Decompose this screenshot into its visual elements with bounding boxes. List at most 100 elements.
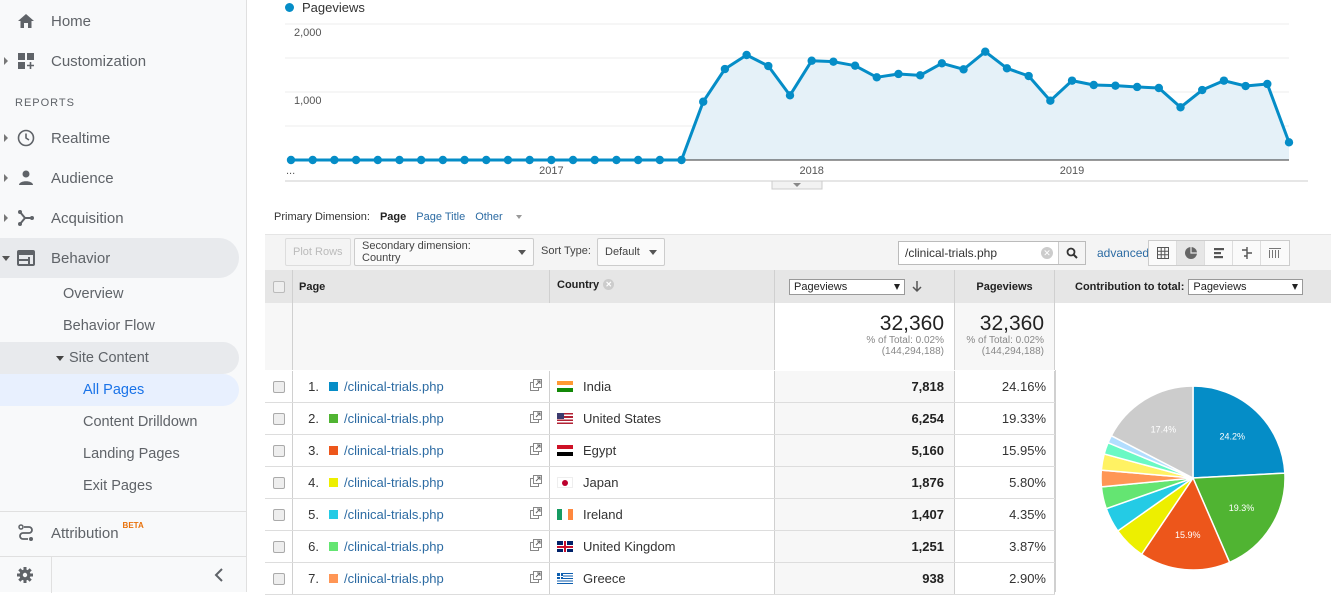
row-checkbox[interactable]: [272, 476, 285, 489]
sort-descending-arrow-icon[interactable]: [912, 280, 922, 293]
country-name: United Kingdom: [583, 539, 676, 554]
total-value: 32,360: [879, 312, 944, 335]
row-checkbox[interactable]: [272, 380, 285, 393]
row-page-cell: 7. /clinical-trials.php: [293, 563, 550, 594]
open-external-icon[interactable]: [530, 443, 542, 458]
open-external-icon[interactable]: [530, 475, 542, 490]
sort-type-dropdown[interactable]: Default: [597, 238, 665, 266]
nav-behavior-flow[interactable]: Behavior Flow: [0, 310, 239, 342]
remove-dimension-icon[interactable]: ✕: [603, 279, 615, 290]
data-point: [1219, 76, 1229, 85]
data-point: [503, 155, 513, 165]
view-pivot-button[interactable]: [1261, 241, 1289, 265]
nav-site-content[interactable]: Site Content: [0, 342, 239, 374]
data-point: [699, 97, 708, 106]
pivot-icon: [1269, 248, 1281, 258]
grid-icon: [1156, 247, 1169, 259]
data-point: [981, 47, 990, 56]
nav-attribution[interactable]: Attribution BETA: [0, 513, 239, 553]
primary-dimension-page[interactable]: Page: [380, 211, 406, 223]
expand-caret-icon: [4, 57, 8, 65]
nav-audience[interactable]: Audience: [0, 158, 239, 198]
nav-realtime[interactable]: Realtime: [0, 118, 239, 158]
nav-exit-pages[interactable]: Exit Pages: [0, 470, 239, 502]
data-point: [1263, 79, 1272, 89]
gear-icon[interactable]: [16, 566, 34, 589]
nav-acquisition[interactable]: Acquisition: [0, 198, 239, 238]
data-point: [742, 50, 751, 60]
primary-dimension-page-title[interactable]: Page Title: [416, 211, 465, 223]
row-checkbox-cell: [265, 371, 293, 402]
page-link[interactable]: /clinical-trials.php: [344, 539, 444, 554]
select-all-checkbox[interactable]: [272, 280, 285, 293]
row-percent: 5.80%: [955, 467, 1055, 498]
view-table-button[interactable]: [1149, 241, 1177, 265]
nav-overview[interactable]: Overview: [0, 278, 239, 310]
nav-landing-pages[interactable]: Landing Pages: [0, 438, 239, 470]
row-checkbox-cell: [265, 403, 293, 434]
data-point: [720, 64, 730, 74]
nav-home[interactable]: Home: [0, 1, 239, 41]
page-link[interactable]: /clinical-trials.php: [344, 571, 444, 586]
row-checkbox-cell: [265, 563, 293, 594]
data-point: [1067, 76, 1077, 85]
column-header-country[interactable]: Country ✕: [550, 270, 775, 303]
row-percent: 24.16%: [955, 371, 1055, 402]
collapse-sidebar-chevron-icon[interactable]: [213, 567, 225, 588]
page-link[interactable]: /clinical-trials.php: [344, 411, 444, 426]
advanced-filter-link[interactable]: advanced: [1097, 246, 1149, 260]
data-point: [894, 69, 903, 79]
row-pageviews: 6,254: [775, 403, 955, 434]
data-point: [1089, 80, 1098, 90]
row-pageviews: 938: [775, 563, 955, 594]
view-performance-button[interactable]: [1205, 241, 1233, 265]
data-point: [438, 155, 448, 165]
country-name: Egypt: [583, 443, 617, 458]
other-label: Other: [475, 211, 503, 223]
row-checkbox[interactable]: [272, 444, 285, 457]
column-header-page[interactable]: Page: [293, 270, 550, 303]
pie-slice-label: 17.4%: [1151, 424, 1177, 434]
nav-behavior[interactable]: Behavior: [0, 238, 239, 278]
page-link[interactable]: /clinical-trials.php: [344, 379, 444, 394]
metric-select[interactable]: Pageviews: [789, 278, 905, 295]
secondary-dimension-dropdown[interactable]: Secondary dimension: Country: [354, 238, 534, 266]
plot-rows-button[interactable]: Plot Rows: [285, 238, 351, 266]
data-point: [1176, 103, 1185, 112]
expand-caret-icon: [4, 134, 8, 142]
table-search-input[interactable]: [899, 246, 1039, 260]
row-percent: 2.90%: [955, 563, 1055, 594]
total-percent: % of Total: 0.02%: [966, 335, 1044, 346]
open-external-icon[interactable]: [530, 571, 542, 586]
view-percentage-button[interactable]: [1177, 241, 1205, 265]
row-checkbox[interactable]: [272, 540, 285, 553]
search-button[interactable]: [1058, 242, 1085, 264]
row-checkbox[interactable]: [272, 572, 285, 585]
page-link[interactable]: /clinical-trials.php: [344, 443, 444, 458]
open-external-icon[interactable]: [530, 379, 542, 394]
data-point: [547, 155, 556, 165]
view-comparison-button[interactable]: [1233, 241, 1261, 265]
page-link[interactable]: /clinical-trials.php: [344, 475, 444, 490]
open-external-icon[interactable]: [530, 539, 542, 554]
row-checkbox[interactable]: [272, 412, 285, 425]
row-checkbox[interactable]: [272, 508, 285, 521]
table-row: 1. /clinical-trials.php India 7,818 24.1…: [265, 371, 1055, 403]
clear-search-icon[interactable]: ✕: [1041, 247, 1053, 259]
page-link[interactable]: /clinical-trials.php: [344, 507, 444, 522]
primary-dimension-other[interactable]: Other: [475, 211, 532, 223]
nav-customization[interactable]: Customization: [0, 41, 239, 81]
data-point: [286, 155, 296, 165]
data-point: [330, 155, 339, 165]
row-pageviews: 5,160: [775, 435, 955, 466]
flag-icon: [557, 541, 573, 552]
data-point: [395, 155, 404, 165]
nav-content-drilldown[interactable]: Content Drilldown: [0, 406, 239, 438]
total-percent: % of Total: 0.02%: [866, 335, 944, 346]
column-header-pageviews[interactable]: Pageviews: [955, 270, 1055, 303]
contribution-select[interactable]: Pageviews: [1188, 278, 1304, 295]
open-external-icon[interactable]: [530, 411, 542, 426]
beta-badge: BETA: [122, 520, 144, 530]
open-external-icon[interactable]: [530, 507, 542, 522]
nav-all-pages[interactable]: All Pages: [0, 374, 239, 406]
